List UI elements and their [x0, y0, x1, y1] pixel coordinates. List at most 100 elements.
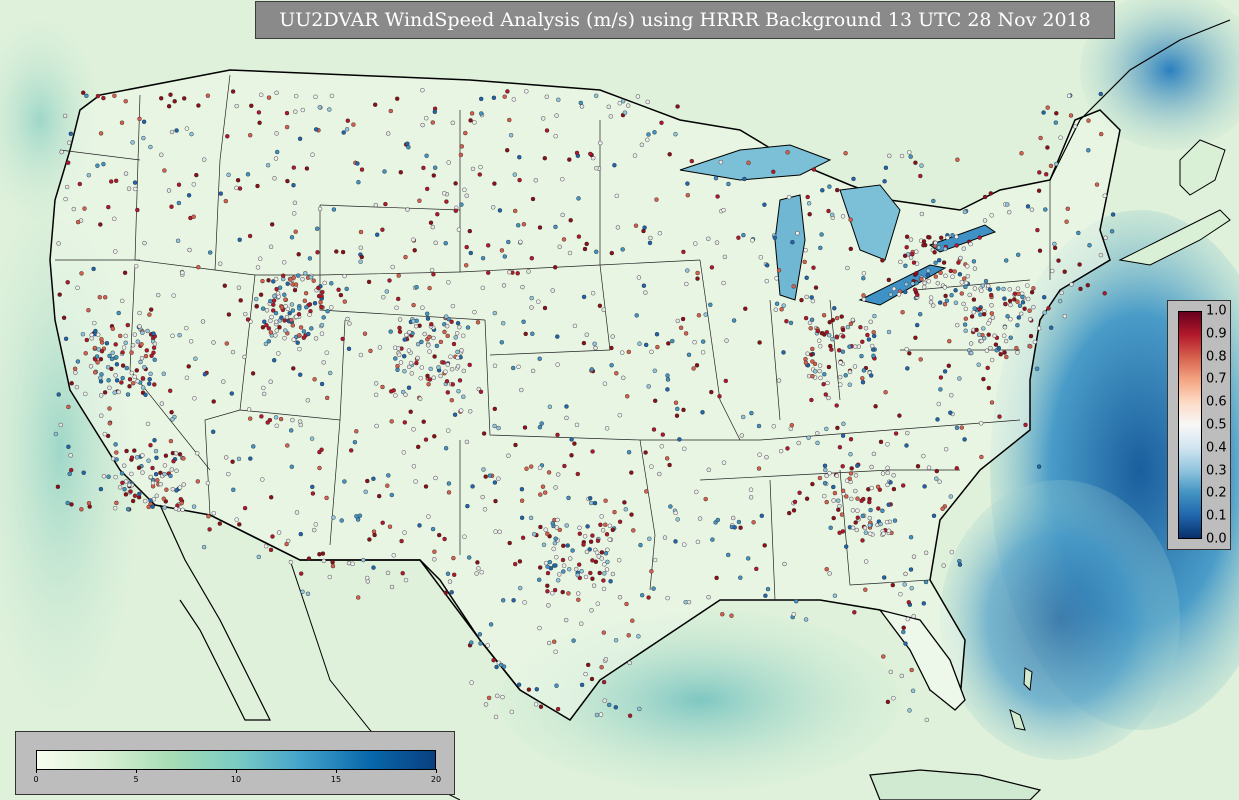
observation-marker: [564, 404, 569, 409]
observation-marker: [959, 291, 964, 296]
observation-marker: [113, 342, 118, 347]
observation-marker: [607, 702, 612, 708]
observation-marker: [815, 328, 821, 334]
observation-marker: [651, 586, 656, 591]
observation-marker: [102, 431, 108, 437]
observation-marker: [230, 349, 236, 355]
observation-marker: [969, 314, 975, 319]
observation-marker: [403, 392, 408, 397]
observation-marker: [901, 625, 906, 630]
observation-marker: [384, 289, 389, 294]
observation-marker: [127, 482, 132, 488]
observation-marker: [659, 120, 664, 126]
observation-marker: [120, 375, 125, 381]
observation-marker: [1068, 113, 1074, 118]
observation-marker: [893, 431, 899, 436]
observation-marker: [310, 491, 316, 496]
observation-marker: [106, 204, 111, 210]
observation-marker: [622, 110, 628, 115]
observation-marker: [938, 375, 944, 380]
observation-marker: [577, 525, 582, 530]
observation-marker: [867, 515, 872, 521]
observation-marker: [116, 389, 121, 395]
observation-marker: [534, 687, 539, 692]
observation-marker: [943, 293, 948, 299]
observation-marker: [235, 177, 241, 183]
observation-marker: [731, 515, 736, 521]
observation-marker: [247, 233, 253, 239]
observation-marker: [480, 256, 486, 261]
observation-marker: [824, 567, 829, 572]
observation-marker: [486, 695, 492, 701]
observation-marker: [888, 480, 893, 485]
observation-marker: [393, 393, 398, 398]
observation-marker: [841, 421, 846, 426]
observation-marker: [861, 297, 867, 302]
observation-marker: [717, 394, 722, 399]
observation-marker: [492, 181, 497, 186]
observation-marker: [544, 128, 550, 133]
observation-marker: [1023, 422, 1028, 428]
observation-marker: [107, 353, 112, 359]
observation-marker: [1041, 110, 1046, 115]
observation-marker: [915, 292, 920, 298]
observation-marker: [813, 285, 819, 290]
observation-marker: [907, 708, 912, 713]
observation-marker: [804, 294, 809, 300]
observation-marker: [385, 483, 390, 488]
observation-marker: [885, 699, 891, 705]
observation-marker: [63, 196, 68, 202]
observation-marker: [465, 503, 470, 509]
observation-marker: [629, 512, 634, 517]
observation-marker: [714, 240, 720, 245]
observation-marker: [599, 550, 605, 555]
observation-marker: [972, 306, 977, 311]
observation-marker: [928, 295, 934, 300]
observation-marker: [472, 309, 477, 315]
observation-marker: [330, 563, 336, 569]
observation-marker: [579, 621, 584, 626]
observation-marker: [470, 166, 476, 172]
observation-marker: [284, 541, 289, 547]
observation-marker: [812, 361, 818, 367]
observation-marker: [135, 339, 141, 344]
observation-marker: [505, 147, 510, 153]
observation-marker: [403, 577, 409, 583]
observation-marker: [361, 557, 366, 563]
observation-marker: [726, 181, 731, 187]
observation-marker: [279, 305, 285, 310]
observation-marker: [271, 298, 277, 303]
observation-marker: [225, 134, 230, 139]
observation-marker: [303, 291, 309, 296]
observation-marker: [637, 706, 642, 712]
observation-marker: [451, 555, 456, 561]
observation-marker: [571, 638, 576, 643]
observation-marker: [853, 344, 858, 349]
observation-marker: [274, 423, 279, 428]
observation-marker: [686, 599, 692, 605]
observation-marker: [63, 336, 69, 341]
observation-marker: [351, 122, 356, 127]
observation-marker: [80, 332, 86, 337]
observation-marker: [1027, 317, 1033, 322]
observation-marker: [455, 364, 461, 369]
observation-marker: [475, 560, 480, 565]
observation-marker: [247, 132, 253, 138]
observation-marker: [693, 241, 698, 246]
observation-marker: [553, 649, 558, 654]
observation-marker: [427, 285, 432, 291]
observation-marker: [499, 340, 504, 345]
observation-marker: [811, 167, 817, 172]
observation-marker: [599, 665, 604, 670]
observation-marker: [608, 579, 613, 584]
observation-marker: [515, 271, 520, 276]
observation-marker: [140, 330, 145, 335]
observation-marker: [941, 260, 947, 265]
observation-marker: [135, 207, 140, 213]
observation-marker: [962, 322, 968, 327]
observation-marker: [805, 194, 810, 200]
observation-marker: [647, 240, 653, 246]
observation-marker: [1027, 344, 1033, 349]
observation-marker: [325, 395, 330, 401]
observation-marker: [861, 271, 867, 276]
